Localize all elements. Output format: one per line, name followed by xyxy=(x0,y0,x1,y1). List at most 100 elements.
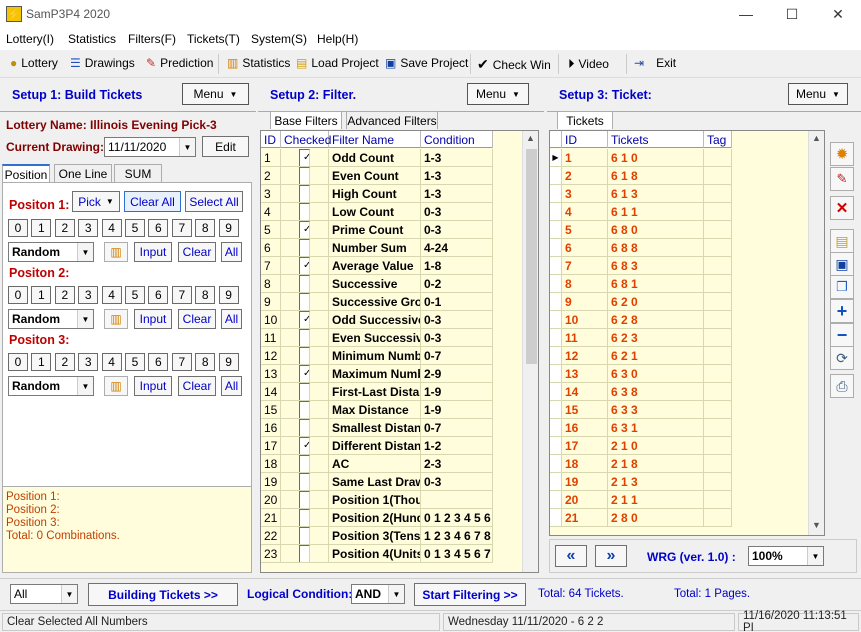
row-selector[interactable] xyxy=(550,167,562,185)
menu-statistics[interactable]: Statistics xyxy=(68,32,116,46)
digit-button[interactable]: 5 xyxy=(125,219,145,237)
setup3-menu-button[interactable]: Menu ▼ xyxy=(788,83,848,105)
prediction-button[interactable]: ✎ Prediction xyxy=(146,56,213,70)
drawings-button[interactable]: ☰ Drawings xyxy=(70,56,135,70)
print-button[interactable]: ⎙ xyxy=(830,374,854,398)
filter-condition-cell[interactable]: 0-3 xyxy=(421,329,493,347)
digit-button[interactable]: 2 xyxy=(54,286,75,304)
table-row[interactable]: 14 First-Last Distan 1-9 xyxy=(261,383,493,401)
filter-checkbox[interactable]: ✓ xyxy=(299,437,310,454)
logical-condition-select[interactable]: AND ▼ xyxy=(351,584,405,604)
filter-condition-cell[interactable]: 0-7 xyxy=(421,419,493,437)
table-row[interactable]: 15 6 3 3 xyxy=(550,401,732,419)
save-button[interactable]: ▣ xyxy=(830,252,854,276)
filter-condition-cell[interactable]: 1-3 xyxy=(421,167,493,185)
table-row[interactable]: ▶ 1 6 1 0 xyxy=(550,149,732,167)
stats-chart-button[interactable]: ▥ xyxy=(104,242,128,262)
all-button[interactable]: All xyxy=(221,309,242,329)
filter-checked-cell[interactable] xyxy=(281,185,329,203)
table-row[interactable]: 13 ✓ Maximum Numbe2-9 xyxy=(261,365,493,383)
generate-button[interactable]: ✹ xyxy=(830,142,854,166)
input-button[interactable]: Input xyxy=(134,376,172,396)
filter-checkbox[interactable] xyxy=(299,275,310,292)
filter-checkbox[interactable] xyxy=(299,527,310,544)
row-selector[interactable] xyxy=(550,347,562,365)
table-row[interactable]: 7 ✓ Average Value1-8 xyxy=(261,257,493,275)
table-row[interactable]: 1 ✓ Odd Count1-3 xyxy=(261,149,493,167)
filter-checkbox[interactable] xyxy=(299,383,310,400)
filter-checkbox[interactable]: ✓ xyxy=(299,365,310,382)
table-row[interactable]: 15 Max Distance 1-9 xyxy=(261,401,493,419)
column-tickets[interactable]: Tickets xyxy=(608,131,704,148)
refresh-button[interactable]: ⟳ xyxy=(830,346,854,370)
digit-button[interactable]: 4 xyxy=(101,353,122,371)
column-tag[interactable]: Tag xyxy=(704,131,732,148)
filter-checked-cell[interactable] xyxy=(281,275,329,293)
filter-checkbox[interactable] xyxy=(299,545,310,562)
filter-checkbox[interactable] xyxy=(299,455,310,472)
digit-button[interactable]: 0 xyxy=(8,353,28,371)
row-selector[interactable] xyxy=(550,509,562,527)
filter-checked-cell[interactable]: ✓ xyxy=(281,437,329,455)
filter-checkbox[interactable]: ✓ xyxy=(299,311,310,328)
table-row[interactable]: 6 Number Sum 4-24 xyxy=(261,239,493,257)
digit-button[interactable]: 1 xyxy=(31,286,52,304)
filter-condition-cell[interactable]: 1-3 xyxy=(421,185,493,203)
filter-condition-cell[interactable]: 1-3 xyxy=(421,149,493,167)
filter-checked-cell[interactable] xyxy=(281,167,329,185)
filter-condition-cell[interactable] xyxy=(421,491,493,509)
table-row[interactable]: 96 2 0 xyxy=(550,293,732,311)
filter-checkbox[interactable]: ✓ xyxy=(299,257,310,274)
table-row[interactable]: 11 Even Successiv 0-3 xyxy=(261,329,493,347)
scrollbar-thumb[interactable] xyxy=(526,149,537,364)
filter-checked-cell[interactable] xyxy=(281,203,329,221)
table-row[interactable]: 19 2 1 3 xyxy=(550,473,732,491)
table-row[interactable]: 22 Position 3(Tens) 1 2 3 4 6 7 8 xyxy=(261,527,493,545)
table-row[interactable]: 10 ✓ Odd Successive0-3 xyxy=(261,311,493,329)
all-filter-select[interactable]: All ▼ xyxy=(10,584,78,604)
close-button[interactable]: ✕ xyxy=(815,0,861,28)
table-row[interactable]: 16 Smallest Distanc 0-7 xyxy=(261,419,493,437)
table-row[interactable]: 4 Low Count 0-3 xyxy=(261,203,493,221)
tab-base-filters[interactable]: Base Filters xyxy=(270,111,342,129)
filter-condition-cell[interactable]: 1-8 xyxy=(421,257,493,275)
tab-position[interactable]: Position xyxy=(2,164,50,183)
filter-checkbox[interactable] xyxy=(299,167,310,184)
row-selector[interactable] xyxy=(550,293,562,311)
setup1-menu-button[interactable]: Menu ▼ xyxy=(182,83,249,105)
input-button[interactable]: Input xyxy=(134,242,172,262)
row-selector[interactable] xyxy=(550,239,562,257)
filter-checked-cell[interactable] xyxy=(281,473,329,491)
clear-button[interactable]: Clear xyxy=(178,242,216,262)
column-ticket-id[interactable]: ID xyxy=(562,131,608,148)
column-filter-name[interactable]: Filter Name xyxy=(329,131,421,148)
filter-grid-scrollbar[interactable]: ▲ xyxy=(522,131,538,572)
filter-condition-cell[interactable]: 0-3 xyxy=(421,221,493,239)
table-row[interactable]: 18 AC 2-3 xyxy=(261,455,493,473)
filter-condition-cell[interactable]: 0-3 xyxy=(421,311,493,329)
filter-checked-cell[interactable] xyxy=(281,401,329,419)
filter-checkbox[interactable] xyxy=(299,401,310,418)
table-row[interactable]: 21 2 8 0 xyxy=(550,509,732,527)
filter-condition-cell[interactable]: 0-3 xyxy=(421,473,493,491)
add-button[interactable]: + xyxy=(830,299,854,323)
table-row[interactable]: 13 6 3 0 xyxy=(550,365,732,383)
table-row[interactable]: 86 8 1 xyxy=(550,275,732,293)
table-row[interactable]: 14 6 3 8 xyxy=(550,383,732,401)
digit-button[interactable]: 0 xyxy=(8,286,28,304)
random-mode-select[interactable]: Random ▼ xyxy=(8,309,94,329)
digit-button[interactable]: 9 xyxy=(218,286,239,304)
table-row[interactable]: 5 ✓ Prime Count0-3 xyxy=(261,221,493,239)
table-row[interactable]: 17 ✓ Different Distanc1-2 xyxy=(261,437,493,455)
edit-button[interactable]: Edit xyxy=(202,136,249,157)
filter-checkbox[interactable] xyxy=(299,293,310,310)
row-selector[interactable] xyxy=(550,419,562,437)
filter-checked-cell[interactable] xyxy=(281,293,329,311)
filter-checkbox[interactable] xyxy=(299,419,310,436)
building-tickets-button[interactable]: Building Tickets >> xyxy=(88,583,238,606)
table-row[interactable]: 3 High Count 1-3 xyxy=(261,185,493,203)
filter-checkbox[interactable] xyxy=(299,491,310,508)
tab-advanced-filters[interactable]: Advanced Filters xyxy=(346,111,438,129)
filter-checkbox[interactable]: ✓ xyxy=(299,149,310,166)
table-row[interactable]: 20 Position 1(Thous xyxy=(261,491,493,509)
